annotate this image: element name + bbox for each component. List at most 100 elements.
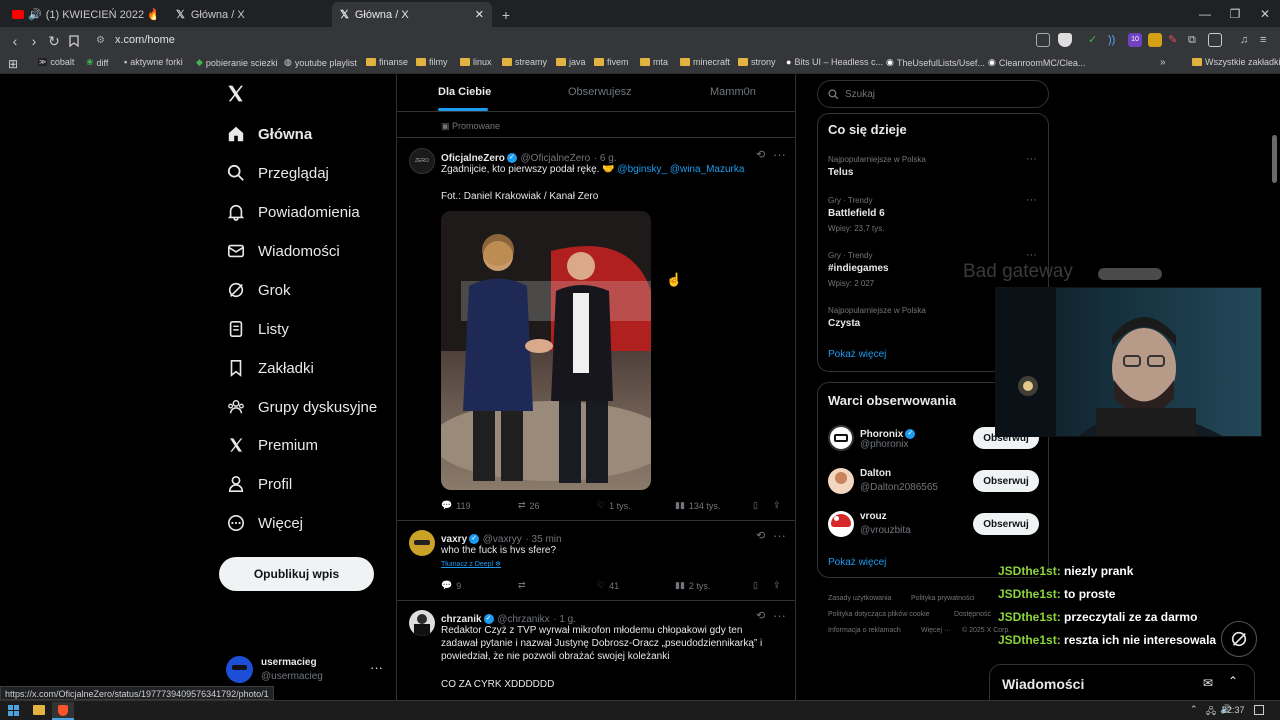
bookmark-post-icon[interactable]: ▯ <box>753 500 758 511</box>
trend-name[interactable]: Telus <box>828 167 853 178</box>
grok-post-icon[interactable]: ⟲ <box>756 529 765 542</box>
show-more-link[interactable]: Pokaż więcej <box>828 557 886 568</box>
bookmark-folder[interactable]: mta <box>640 57 668 67</box>
like-button[interactable]: ♡ 1 tys. <box>597 500 631 511</box>
bookmark-diff[interactable]: ❀ diff <box>86 57 108 68</box>
new-tab-button[interactable]: + <box>496 2 516 27</box>
follow-name[interactable]: vrouz <box>860 511 887 522</box>
bookmark-folder[interactable]: minecraft <box>680 57 730 67</box>
trend-name[interactable]: Czysta <box>828 318 860 329</box>
file-explorer-icon[interactable] <box>33 705 45 715</box>
grok-fab[interactable] <box>1221 621 1257 657</box>
avatar[interactable] <box>409 610 435 636</box>
nav-messages[interactable]: Wiadomości <box>226 236 340 266</box>
tab-list[interactable]: Mamm0n <box>710 86 756 98</box>
restore-icon[interactable]: ❐ <box>1218 0 1252 27</box>
bookmark-bits-ui[interactable]: ● Bits UI – Headless c... <box>786 57 883 67</box>
notification-icon[interactable] <box>1254 705 1264 715</box>
translate-link[interactable]: Tłumacz z Deepl ❄ <box>441 560 501 568</box>
tab-youtube[interactable]: 🔊 (1) KWIECIEŃ 2022 🔥 NAJLEPSZ <box>4 2 164 27</box>
extension-icon[interactable]: )) <box>1108 33 1122 47</box>
share-icon[interactable]: ⇪ <box>773 500 781 511</box>
nav-premium[interactable]: Premium <box>226 430 318 460</box>
bookmark-pobieranie[interactable]: ◆ pobieranie sciezki <box>196 57 277 68</box>
messages-drawer[interactable]: Wiadomości ✉ ⌃ <box>989 664 1255 704</box>
minimize-icon[interactable]: — <box>1188 0 1222 27</box>
nav-notifications[interactable]: Powiadomienia <box>226 197 360 227</box>
new-message-icon[interactable]: ✉ <box>1203 676 1213 690</box>
tab-following[interactable]: Obserwujesz <box>568 86 632 98</box>
url-field[interactable]: ⚙ x.com/home <box>90 30 1030 51</box>
tab-x-home-active[interactable]: 𝕏 Główna / X ✕ <box>332 2 492 27</box>
bookmark-page-icon[interactable] <box>64 31 84 51</box>
nav-grok[interactable]: Grok <box>226 275 291 305</box>
speaker-icon[interactable]: 🔊 <box>28 8 42 21</box>
footer-link[interactable]: Więcej ··· <box>921 627 951 634</box>
nav-more[interactable]: Więcej <box>226 508 303 538</box>
close-window-icon[interactable]: ✕ <box>1248 0 1280 27</box>
menu-icon[interactable]: ≡ <box>1260 33 1274 47</box>
nav-lists[interactable]: Listy <box>226 314 289 344</box>
repost-button[interactable]: ⇄ <box>518 580 530 591</box>
taskbar-browser[interactable] <box>52 702 74 720</box>
bookmark-folder[interactable]: linux <box>460 57 492 67</box>
show-more-link[interactable]: Pokaż więcej <box>828 349 886 360</box>
nav-communities[interactable]: Grupy dyskusyjne <box>226 392 377 422</box>
tray-chevron-icon[interactable]: ⌃ <box>1190 704 1198 715</box>
bookmark-folder[interactable]: streamy <box>502 57 547 67</box>
more-dots-icon[interactable]: ··· <box>773 608 786 623</box>
page-scrollbar[interactable] <box>1272 135 1277 183</box>
back-icon[interactable]: ‹ <box>5 31 25 51</box>
network-icon[interactable]: 🖧 <box>1206 704 1216 720</box>
forward-icon[interactable]: › <box>24 31 44 51</box>
like-button[interactable]: ♡ 41 <box>597 580 619 591</box>
nav-home[interactable]: Główna <box>226 119 312 149</box>
more-dots-icon[interactable]: ··· <box>370 660 383 675</box>
bookmark-folder[interactable]: finanse <box>366 57 408 67</box>
bookmark-folder[interactable]: fivem <box>594 57 629 67</box>
nav-bookmarks[interactable]: Zakładki <box>226 353 314 383</box>
more-dots-icon[interactable]: ··· <box>1026 153 1037 165</box>
more-dots-icon[interactable]: ··· <box>1026 249 1037 261</box>
search-input[interactable]: Szukaj <box>817 80 1049 108</box>
bookmark-aktywne-forki[interactable]: ▪ aktywne forki <box>124 57 183 67</box>
grok-post-icon[interactable]: ⟲ <box>756 609 765 622</box>
more-dots-icon[interactable]: ··· <box>773 147 786 162</box>
avatar[interactable]: ZERO <box>409 148 435 174</box>
bookmark-youtube-playlist[interactable]: ◍ youtube playlist <box>284 57 357 68</box>
footer-link[interactable]: Polityka prywatności <box>911 595 974 602</box>
puzzle-icon[interactable]: ⧉ <box>1188 33 1202 47</box>
expand-icon[interactable]: ⌃ <box>1228 674 1238 688</box>
footer-link[interactable]: Polityka dotycząca plików cookie <box>828 611 930 618</box>
windows-start-icon[interactable] <box>8 705 19 716</box>
bookmark-github[interactable]: ◉ CleanroomMC/Clea... <box>988 57 1085 68</box>
bookmark-github[interactable]: ◉ TheUsefulLists/Usef... <box>886 57 985 68</box>
bookmark-post-icon[interactable]: ▯ <box>753 580 758 591</box>
x-logo-icon[interactable] <box>226 84 245 103</box>
close-tab-icon[interactable]: ✕ <box>475 8 484 21</box>
nav-profile[interactable]: Profil <box>226 469 292 499</box>
repost-button[interactable]: ⇄ 26 <box>518 500 540 511</box>
check-extension-icon[interactable]: ✓ <box>1088 33 1102 47</box>
reply-button[interactable]: 💬 9 <box>441 580 461 591</box>
brave-shield-icon[interactable] <box>1058 33 1072 47</box>
views-button[interactable]: ▮▮ 134 tys. <box>675 500 720 511</box>
media-icon[interactable]: ♫ <box>1240 33 1254 47</box>
avatar[interactable] <box>828 425 854 451</box>
trend-name[interactable]: #indiegames <box>828 263 889 274</box>
bookmark-cobalt[interactable]: ≫ cobalt <box>38 57 74 67</box>
extension-badge-icon[interactable]: 10 <box>1128 33 1142 47</box>
more-dots-icon[interactable]: ··· <box>773 528 786 543</box>
tab-for-you[interactable]: Dla Ciebie <box>438 86 491 98</box>
share-icon[interactable]: ⇪ <box>773 580 781 591</box>
grok-post-icon[interactable]: ⟲ <box>756 148 765 161</box>
follow-button[interactable]: Obserwuj <box>973 513 1039 535</box>
reply-button[interactable]: 💬 119 <box>441 500 471 511</box>
footer-link[interactable]: Zasady użytkowania <box>828 595 891 602</box>
pen-extension-icon[interactable]: ✎ <box>1168 33 1182 47</box>
bookmark-folder[interactable]: filmy <box>416 57 448 67</box>
bookmark-folder[interactable]: java <box>556 57 586 67</box>
more-dots-icon[interactable]: ··· <box>1026 194 1037 206</box>
extension-icon[interactable] <box>1148 33 1162 47</box>
avatar[interactable] <box>828 511 854 537</box>
